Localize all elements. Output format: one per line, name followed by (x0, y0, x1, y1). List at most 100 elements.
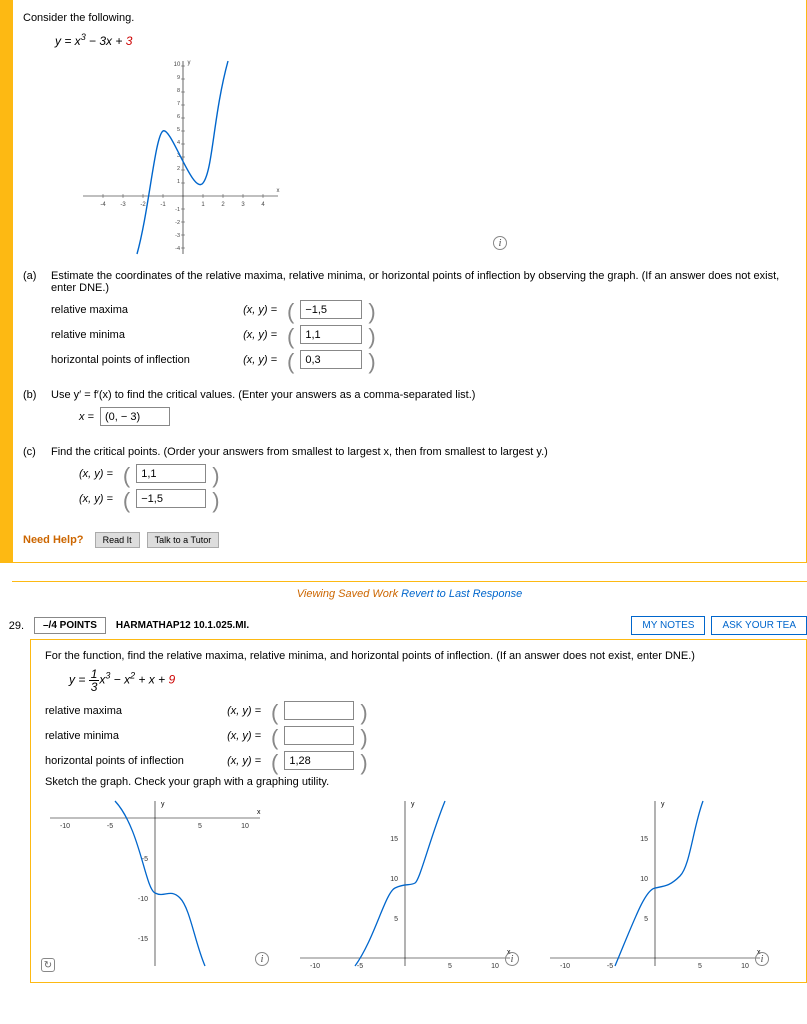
svg-text:-2: -2 (175, 220, 180, 226)
svg-text:5: 5 (698, 963, 702, 968)
relmax-label: relative maxima (51, 304, 211, 316)
svg-text:8: 8 (177, 88, 180, 94)
revert-link[interactable]: Revert to Last Response (401, 588, 522, 600)
talk-tutor-button[interactable]: Talk to a Tutor (147, 532, 220, 548)
points-box: –/4 POINTS (34, 617, 106, 634)
q29-hpi-input[interactable]: 1,28 (284, 751, 354, 770)
question-29-header: 29. –/4 POINTS HARMATHAP12 10.1.025.MI. … (4, 616, 807, 635)
xy-label: (x, y) = (217, 304, 277, 316)
svg-text:10: 10 (390, 876, 398, 883)
x-eq-label: x = (79, 411, 94, 423)
svg-text:2: 2 (177, 166, 180, 172)
info-icon[interactable]: i (255, 952, 269, 966)
svg-text:3: 3 (241, 202, 245, 208)
q29-relmin-input[interactable] (284, 726, 354, 745)
svg-text:10: 10 (241, 823, 249, 830)
saved-work-bar: Viewing Saved Work Revert to Last Respon… (12, 581, 807, 604)
q29-relmax-label: relative maxima (45, 705, 205, 717)
q29-relmin-label: relative minima (45, 730, 205, 742)
sketch-option-b[interactable]: xy -10-5510 15105 i (295, 798, 515, 968)
xy-label: (x, y) = (217, 354, 277, 366)
svg-text:y: y (161, 801, 165, 808)
part-a: (a) Estimate the coordinates of the rela… (23, 270, 792, 375)
equation: y = x3 − 3x + 3 (55, 32, 792, 48)
critical-values-input[interactable]: (0, − 3) (100, 407, 170, 426)
svg-text:4: 4 (261, 202, 265, 208)
svg-text:7: 7 (177, 101, 180, 107)
svg-text:10: 10 (491, 963, 499, 968)
svg-text:-5: -5 (357, 963, 363, 968)
part-c: (c) Find the critical points. (Order you… (23, 446, 792, 514)
relmin-input[interactable]: 1,1 (300, 325, 362, 344)
xy-label: (x, y) = (79, 493, 113, 505)
hpi-input[interactable]: 0,3 (300, 350, 362, 369)
sketch-option-c[interactable]: xy -10-5510 15105 i (545, 798, 765, 968)
svg-text:-1: -1 (160, 202, 166, 208)
svg-text:-3: -3 (120, 202, 126, 208)
info-icon[interactable]: i (755, 952, 769, 966)
svg-text:y: y (661, 801, 665, 808)
svg-text:-5: -5 (107, 823, 113, 830)
part-b-text: Use y′ = f′(x) to find the critical valu… (51, 389, 792, 401)
part-c-label: (c) (23, 446, 43, 514)
question-28-container: Consider the following. y = x3 − 3x + 3 … (0, 0, 807, 563)
svg-text:1: 1 (201, 202, 205, 208)
part-b: (b) Use y′ = f′(x) to find the critical … (23, 389, 792, 432)
svg-text:-10: -10 (138, 896, 148, 903)
svg-text:5: 5 (177, 127, 180, 133)
svg-text:4: 4 (177, 140, 180, 146)
part-a-label: (a) (23, 270, 43, 375)
cp1-input[interactable]: 1,1 (136, 464, 206, 483)
sketch-text: Sketch the graph. Check your graph with … (45, 776, 792, 788)
part-a-text: Estimate the coordinates of the relative… (51, 270, 792, 294)
accent-bar (1, 0, 13, 562)
svg-text:-4: -4 (175, 246, 180, 252)
need-help-label: Need Help? (23, 534, 84, 546)
xy-label: (x, y) = (79, 468, 113, 480)
part-b-label: (b) (23, 389, 43, 432)
hpi-label: horizontal points of inflection (51, 354, 211, 366)
svg-text:-5: -5 (607, 963, 613, 968)
svg-text:-15: -15 (138, 936, 148, 943)
q29-prompt: For the function, find the relative maxi… (45, 650, 792, 662)
svg-text:-1: -1 (175, 207, 180, 213)
svg-text:15: 15 (640, 836, 648, 843)
svg-text:10: 10 (741, 963, 749, 968)
svg-text:5: 5 (198, 823, 202, 830)
prompt-text: Consider the following. (23, 12, 792, 24)
svg-text:5: 5 (644, 916, 648, 923)
main-graph: xy -4-3-2-1 1234 10 9876 5432 1-1-2-3-4 (73, 56, 283, 256)
read-it-button[interactable]: Read It (95, 532, 140, 548)
part-c-text: Find the critical points. (Order your an… (51, 446, 792, 458)
sketch-option-a[interactable]: xy -10-5510 -5-10-15 ↻ i (45, 798, 265, 968)
svg-text:-10: -10 (60, 823, 70, 830)
cp2-input[interactable]: −1,5 (136, 489, 206, 508)
q29-hpi-label: horizontal points of inflection (45, 755, 205, 767)
svg-text:2: 2 (221, 202, 225, 208)
svg-text:y: y (411, 801, 415, 808)
q29-relmax-input[interactable] (284, 701, 354, 720)
need-help-row: Need Help? Read It Talk to a Tutor (23, 532, 792, 548)
q29-equation: y = 13x3 − x2 + x + 9 (69, 668, 792, 693)
relmin-label: relative minima (51, 329, 211, 341)
reload-icon[interactable]: ↻ (41, 958, 55, 972)
info-icon[interactable]: i (493, 236, 507, 250)
xy-label: (x, y) = (211, 730, 261, 742)
question-number: 29. (4, 620, 24, 632)
svg-text:10: 10 (174, 62, 181, 68)
svg-text:-4: -4 (100, 202, 106, 208)
relmax-input[interactable]: −1,5 (300, 300, 362, 319)
svg-text:5: 5 (448, 963, 452, 968)
svg-text:x: x (277, 188, 280, 194)
svg-text:15: 15 (390, 836, 398, 843)
my-notes-button[interactable]: MY NOTES (631, 616, 705, 635)
svg-text:-3: -3 (175, 233, 180, 239)
svg-text:6: 6 (177, 114, 180, 120)
xy-label: (x, y) = (211, 705, 261, 717)
svg-text:y: y (188, 60, 191, 66)
svg-text:-2: -2 (140, 202, 146, 208)
ask-teacher-button[interactable]: ASK YOUR TEA (711, 616, 807, 635)
info-icon[interactable]: i (505, 952, 519, 966)
xy-label: (x, y) = (217, 329, 277, 341)
svg-text:9: 9 (177, 75, 180, 81)
